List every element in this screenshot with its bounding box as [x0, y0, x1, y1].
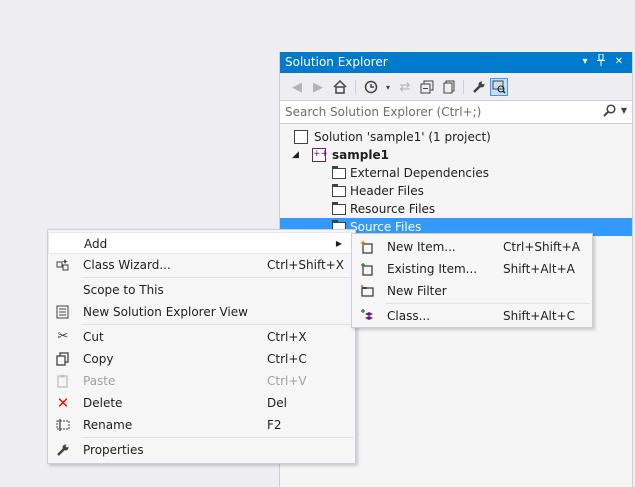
pin-icon[interactable]: [594, 53, 608, 70]
search-icon[interactable]: [603, 104, 616, 121]
menu-item-shortcut: Ctrl+C: [267, 352, 307, 366]
tree-node-label: sample1: [332, 148, 389, 162]
menu-separator: [81, 277, 353, 278]
expand-arrow-icon[interactable]: ◢: [292, 146, 299, 164]
menu-item-shortcut: F2: [267, 418, 282, 432]
menu-separator: [385, 303, 590, 304]
menu-item-properties[interactable]: Properties: [48, 439, 353, 461]
search-options-dropdown-icon[interactable]: ▼: [621, 106, 627, 115]
properties-icon[interactable]: [470, 78, 488, 96]
menu-item-new-item[interactable]: New Item... Ctrl+Shift+A: [352, 236, 590, 258]
context-menu: Add ▶ Class Wizard... Ctrl+Shift+X Scope…: [47, 229, 356, 464]
menu-item-paste[interactable]: Paste Ctrl+V: [48, 370, 353, 392]
menu-item-copy[interactable]: Copy Ctrl+C: [48, 348, 353, 370]
folder-icon: [332, 184, 346, 197]
class-icon: [360, 309, 374, 323]
delete-icon: ✕: [56, 394, 70, 412]
menu-item-label: Scope to This: [83, 283, 164, 297]
history-icon[interactable]: [362, 78, 380, 96]
preview-selected-items-icon[interactable]: [490, 78, 508, 96]
folder-icon: [332, 202, 346, 215]
menu-item-label: Cut: [83, 330, 104, 344]
submenu-arrow-icon: ▶: [335, 239, 342, 248]
existing-item-icon: [360, 262, 374, 276]
home-icon[interactable]: [331, 78, 349, 96]
menu-item-label: Add: [84, 237, 108, 251]
menu-item-new-solution-explorer-view[interactable]: New Solution Explorer View: [48, 301, 353, 323]
menu-item-shortcut: Shift+Alt+A: [503, 262, 575, 276]
scissors-icon: ✂: [57, 329, 69, 344]
menu-item-label: New Solution Explorer View: [83, 305, 248, 319]
toolbar-separator: [355, 80, 356, 94]
menu-item-label: Copy: [83, 352, 114, 366]
forward-icon[interactable]: ▶: [309, 78, 327, 96]
menu-item-label: Rename: [83, 418, 133, 432]
wrench-icon: [56, 443, 70, 457]
menu-item-shortcut: Del: [267, 396, 287, 410]
panel-title: Solution Explorer: [285, 55, 388, 69]
menu-item-label: Paste: [83, 374, 116, 388]
menu-item-delete[interactable]: ✕ Delete Del: [48, 392, 353, 414]
menu-item-cut[interactable]: ✂ Cut Ctrl+X: [48, 326, 353, 348]
menu-item-class-wizard[interactable]: Class Wizard... Ctrl+Shift+X: [48, 254, 353, 276]
search-input[interactable]: [282, 103, 585, 121]
tree-node-label: External Dependencies: [350, 166, 490, 180]
solution-explorer-title-bar[interactable]: Solution Explorer ▾ ✕: [280, 52, 632, 73]
menu-item-label: New Filter: [387, 284, 447, 298]
menu-item-label: Delete: [83, 396, 123, 410]
copy-icon: [56, 352, 70, 366]
menu-item-existing-item[interactable]: Existing Item... Shift+Alt+A: [352, 258, 590, 280]
tree-node-label: Resource Files: [350, 202, 436, 216]
menu-item-scope-to-this[interactable]: Scope to This: [48, 279, 353, 301]
menu-item-label: Class Wizard...: [83, 258, 171, 272]
tree-node-project[interactable]: ◢ ++ sample1: [280, 146, 632, 164]
menu-item-class[interactable]: Class... Shift+Alt+C: [352, 305, 590, 327]
tree-node-label: Solution 'sample1' (1 project): [314, 130, 491, 144]
menu-item-label: Properties: [83, 443, 144, 457]
menu-item-shortcut: Ctrl+V: [267, 374, 307, 388]
menu-item-label: New Item...: [387, 240, 456, 254]
menu-item-new-filter[interactable]: New Filter: [352, 280, 590, 302]
solution-icon: [294, 130, 308, 144]
search-box: ▼: [280, 100, 632, 124]
tree-node-solution[interactable]: Solution 'sample1' (1 project): [280, 128, 632, 146]
add-submenu: New Item... Ctrl+Shift+A Existing Item..…: [351, 233, 593, 328]
menu-item-label: Existing Item...: [387, 262, 478, 276]
paste-icon: [56, 374, 70, 388]
new-filter-icon: [360, 284, 374, 298]
menu-item-label: Class...: [387, 309, 431, 323]
rename-icon: [56, 418, 70, 432]
class-wizard-icon: [56, 258, 70, 272]
close-icon[interactable]: ✕: [612, 54, 626, 70]
collapse-all-icon[interactable]: [418, 78, 436, 96]
menu-item-shortcut: Ctrl+Shift+A: [503, 240, 580, 254]
menu-item-shortcut: Ctrl+Shift+X: [267, 258, 344, 272]
tree-node-folder[interactable]: External Dependencies: [280, 164, 632, 182]
show-all-files-icon[interactable]: [440, 78, 458, 96]
menu-separator: [81, 324, 353, 325]
menu-item-add[interactable]: Add ▶: [48, 232, 353, 254]
new-view-icon: [56, 305, 70, 319]
menu-item-shortcut: Shift+Alt+C: [503, 309, 576, 323]
folder-icon: [332, 166, 346, 179]
menu-separator: [81, 437, 353, 438]
solution-explorer-toolbar: ◀ ▶ ▾ ⇄: [280, 73, 632, 100]
tree-node-folder[interactable]: Resource Files: [280, 200, 632, 218]
toolbar-separator: [463, 80, 464, 94]
menu-item-shortcut: Ctrl+X: [267, 330, 307, 344]
new-item-icon: [360, 240, 374, 254]
tree-node-label: Header Files: [350, 184, 424, 198]
menu-item-rename[interactable]: Rename F2: [48, 414, 353, 436]
history-dropdown-icon[interactable]: ▾: [379, 78, 397, 96]
tree-node-folder[interactable]: Header Files: [280, 182, 632, 200]
back-icon[interactable]: ◀: [288, 78, 306, 96]
sync-icon[interactable]: ⇄: [396, 78, 414, 96]
cpp-project-icon: ++: [312, 148, 328, 162]
window-position-dropdown-icon[interactable]: ▾: [578, 54, 592, 70]
